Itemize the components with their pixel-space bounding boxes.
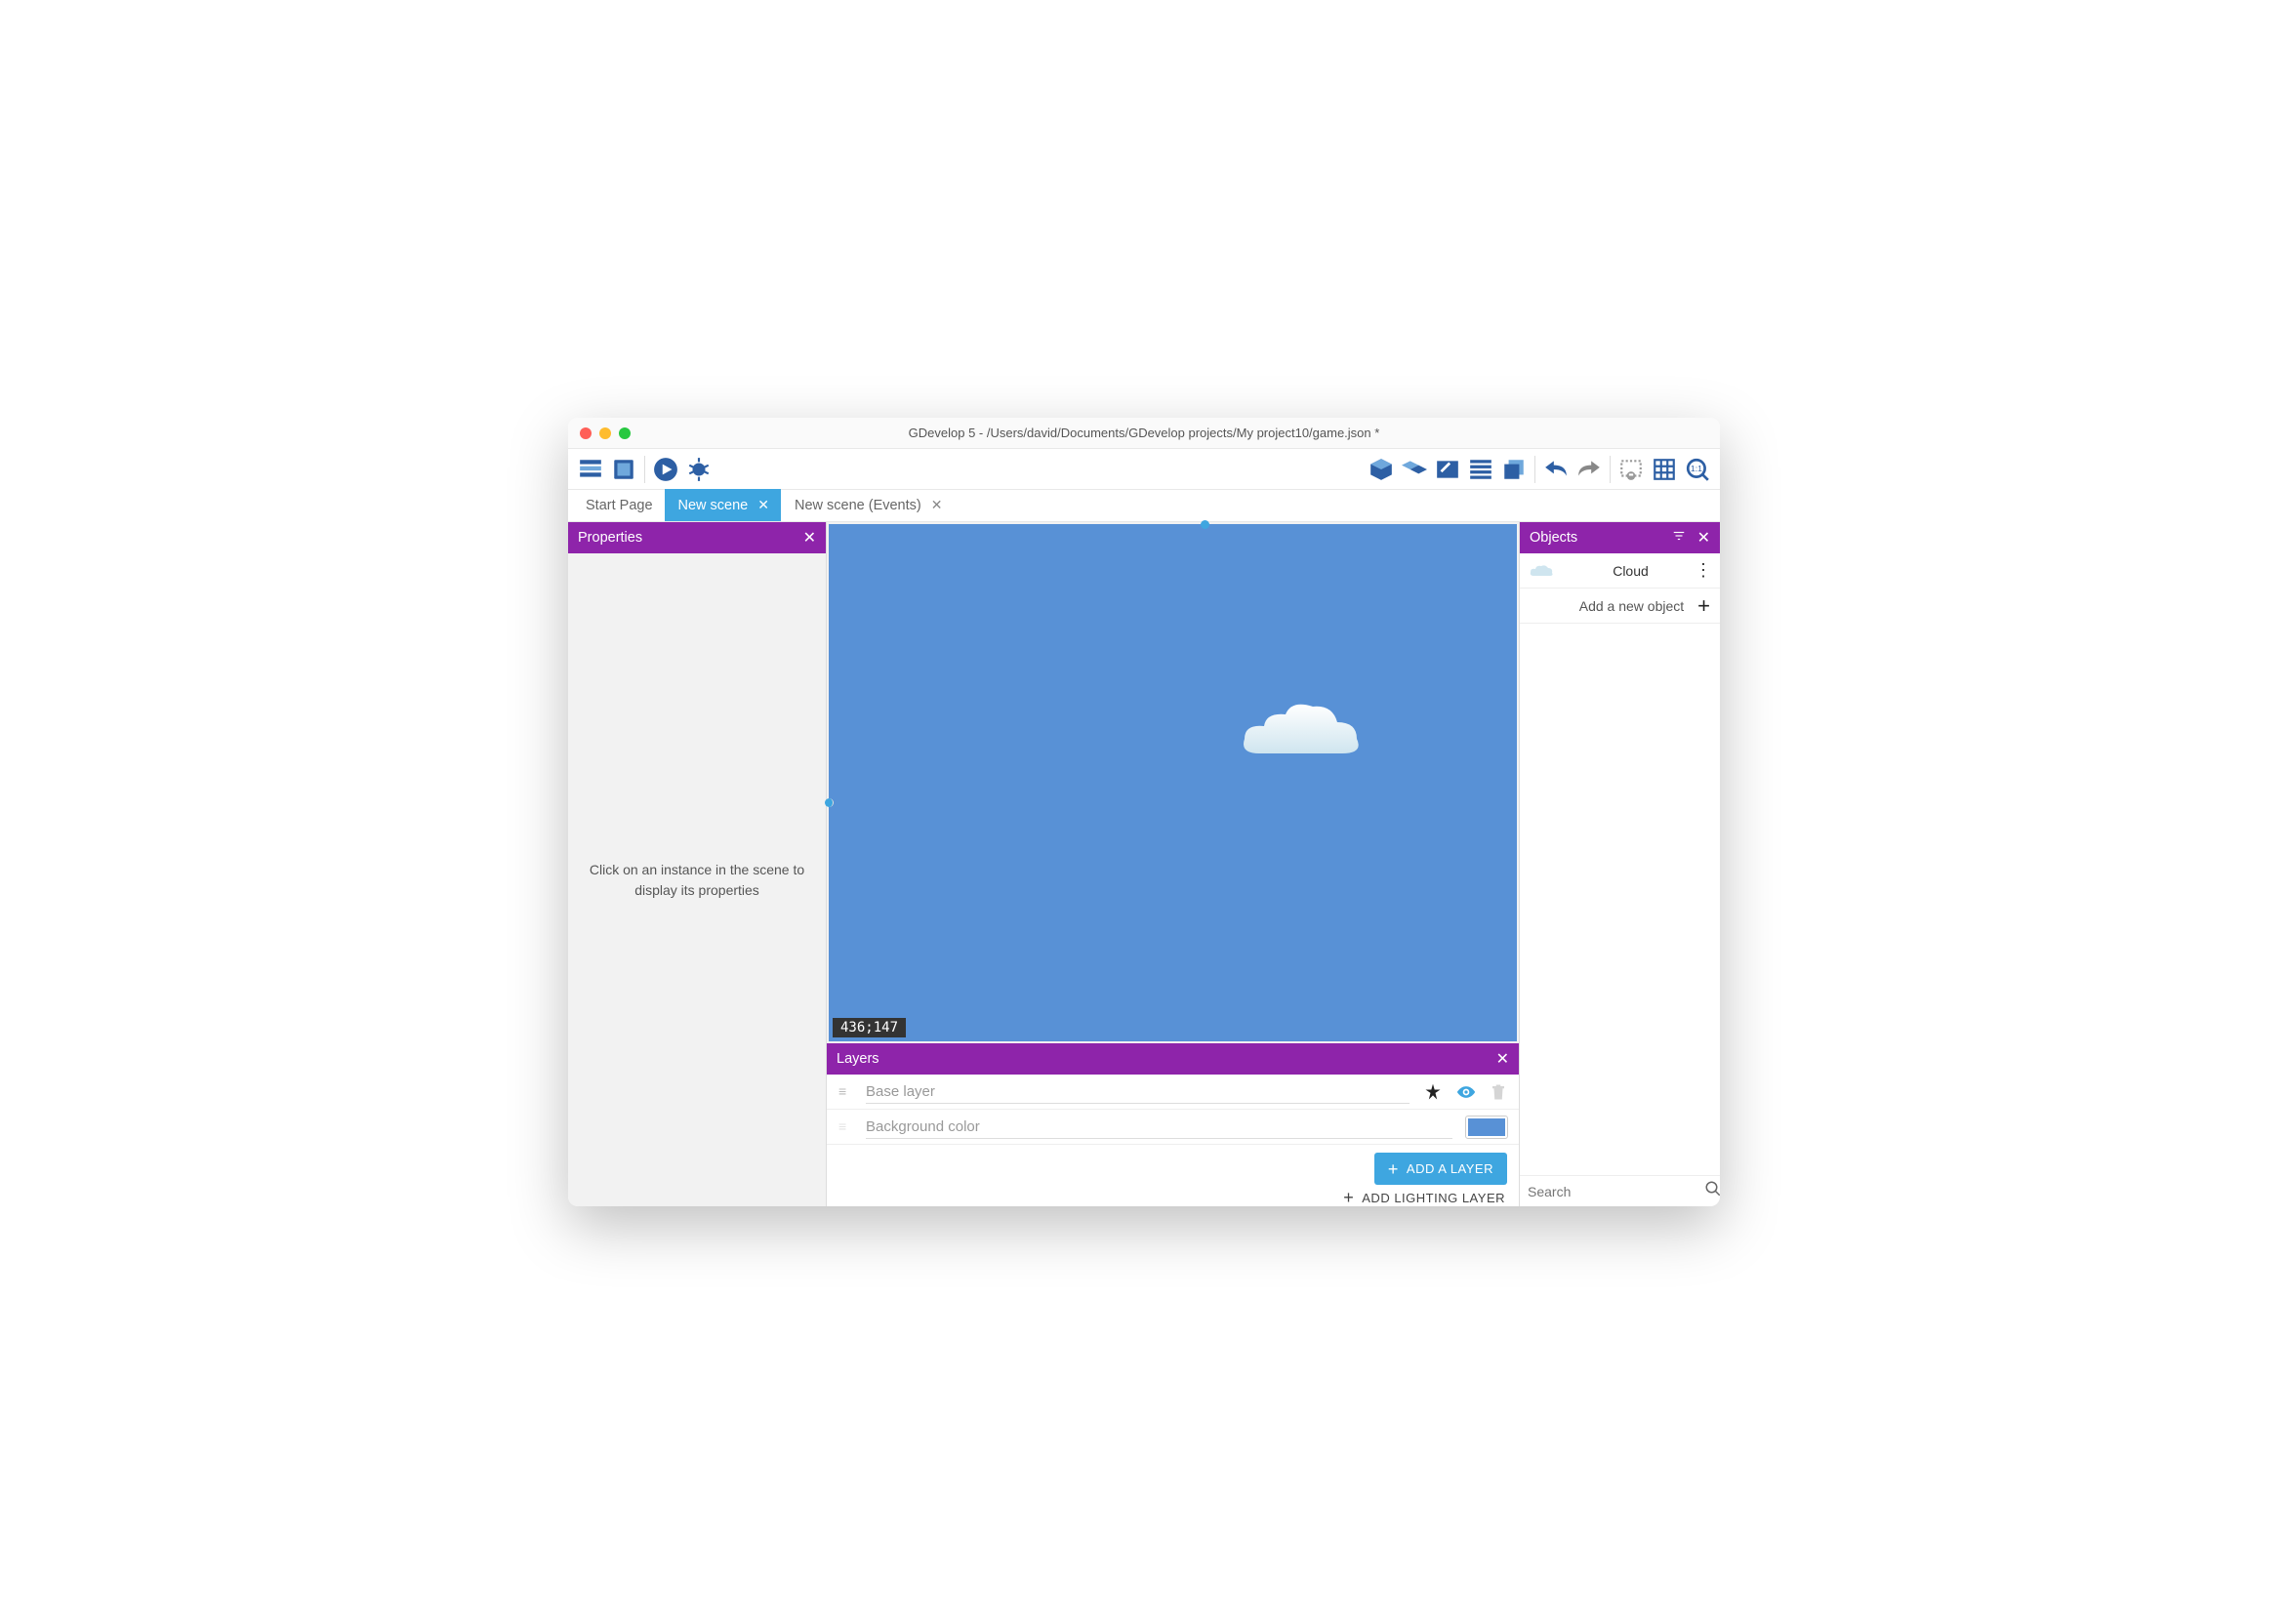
- cloud-thumb-icon: [1528, 562, 1555, 580]
- toolbar: 1:1: [568, 449, 1720, 490]
- button-label: ADD LIGHTING LAYER: [1362, 1191, 1505, 1205]
- object-name: Cloud: [1567, 563, 1695, 579]
- coordinates-display: 436;147: [833, 1018, 906, 1037]
- search-icon[interactable]: [1704, 1180, 1720, 1202]
- panel-title: Layers: [837, 1051, 879, 1067]
- kebab-menu-icon[interactable]: ⋮: [1695, 560, 1712, 581]
- tab-bar: Start Page New scene ✕ New scene (Events)…: [568, 490, 1720, 522]
- object-search: [1520, 1175, 1720, 1206]
- add-layer-button[interactable]: + ADD A LAYER: [1374, 1153, 1507, 1185]
- export-button[interactable]: [607, 453, 640, 486]
- visibility-icon[interactable]: [1454, 1082, 1478, 1102]
- layers-header[interactable]: Layers ✕: [827, 1043, 1519, 1075]
- panel-title: Objects: [1530, 530, 1577, 546]
- svg-text:1:1: 1:1: [1691, 464, 1702, 473]
- add-lighting-layer-button[interactable]: + ADD LIGHTING LAYER: [1341, 1189, 1507, 1206]
- layers-button[interactable]: [1497, 453, 1531, 486]
- undo-button[interactable]: [1539, 453, 1573, 486]
- tab-new-scene-events[interactable]: New scene (Events) ✕: [781, 489, 954, 521]
- tab-start-page[interactable]: Start Page: [572, 489, 665, 521]
- layer-name-input[interactable]: [866, 1080, 1410, 1104]
- bg-color-swatch[interactable]: [1466, 1116, 1507, 1138]
- button-label: ADD A LAYER: [1407, 1161, 1493, 1176]
- properties-header[interactable]: Properties ✕: [568, 522, 826, 553]
- object-editor-button[interactable]: [1365, 453, 1398, 486]
- filter-icon[interactable]: [1672, 529, 1686, 548]
- close-icon[interactable]: ✕: [1496, 1049, 1509, 1069]
- cloud-instance[interactable]: [1235, 695, 1371, 773]
- canvas-handle[interactable]: [1201, 520, 1209, 529]
- tab-new-scene[interactable]: New scene ✕: [665, 489, 781, 521]
- close-window-icon[interactable]: [580, 427, 592, 439]
- minimize-window-icon[interactable]: [599, 427, 611, 439]
- instances-list-button[interactable]: [1464, 453, 1497, 486]
- object-groups-button[interactable]: [1398, 453, 1431, 486]
- zoom-reset-button[interactable]: 1:1: [1681, 453, 1714, 486]
- add-object-row[interactable]: Add a new object +: [1520, 589, 1720, 624]
- scene-canvas-container: 436;147: [827, 522, 1519, 1043]
- effects-icon[interactable]: [1423, 1082, 1443, 1102]
- drag-handle-icon[interactable]: ≡: [838, 1088, 856, 1095]
- objects-header[interactable]: Objects ✕: [1520, 522, 1720, 553]
- layers-list: ≡ ≡: [827, 1075, 1519, 1145]
- layer-row-bg: ≡: [827, 1110, 1519, 1145]
- drag-handle-icon[interactable]: ≡: [838, 1123, 856, 1130]
- tab-label: New scene (Events): [795, 498, 921, 513]
- titlebar[interactable]: GDevelop 5 - /Users/david/Documents/GDev…: [568, 418, 1720, 449]
- properties-button[interactable]: [1431, 453, 1464, 486]
- tab-label: Start Page: [586, 498, 653, 513]
- search-input[interactable]: [1528, 1184, 1704, 1199]
- canvas-handle[interactable]: [825, 798, 834, 807]
- maximize-window-icon[interactable]: [619, 427, 631, 439]
- separator: [644, 456, 645, 483]
- close-icon[interactable]: ✕: [757, 497, 769, 513]
- separator: [1534, 456, 1535, 483]
- properties-empty-message: Click on an instance in the scene to dis…: [568, 553, 826, 1206]
- scene-canvas[interactable]: 436;147: [829, 524, 1517, 1041]
- play-button[interactable]: [649, 453, 682, 486]
- object-item-cloud[interactable]: Cloud ⋮: [1520, 553, 1720, 589]
- tab-label: New scene: [678, 498, 749, 513]
- add-object-label: Add a new object: [1579, 598, 1684, 614]
- app-window: GDevelop 5 - /Users/david/Documents/GDev…: [568, 418, 1720, 1206]
- toggle-mask-button[interactable]: [1614, 453, 1648, 486]
- objects-panel: Objects ✕ Cloud ⋮ Add a new object +: [1519, 522, 1720, 1206]
- trash-icon[interactable]: [1490, 1082, 1507, 1102]
- panel-title: Properties: [578, 530, 642, 546]
- plus-icon: +: [1697, 593, 1710, 619]
- toggle-grid-button[interactable]: [1648, 453, 1681, 486]
- bg-color-input[interactable]: [866, 1116, 1452, 1139]
- debug-button[interactable]: [682, 453, 715, 486]
- redo-button[interactable]: [1573, 453, 1606, 486]
- project-manager-button[interactable]: [574, 453, 607, 486]
- close-icon[interactable]: ✕: [803, 528, 816, 548]
- layer-row: ≡: [827, 1075, 1519, 1110]
- window-title: GDevelop 5 - /Users/david/Documents/GDev…: [568, 426, 1720, 440]
- separator: [1610, 456, 1611, 483]
- close-icon[interactable]: ✕: [931, 497, 943, 513]
- close-icon[interactable]: ✕: [1697, 528, 1710, 548]
- properties-panel: Properties ✕ Click on an instance in the…: [568, 522, 827, 1206]
